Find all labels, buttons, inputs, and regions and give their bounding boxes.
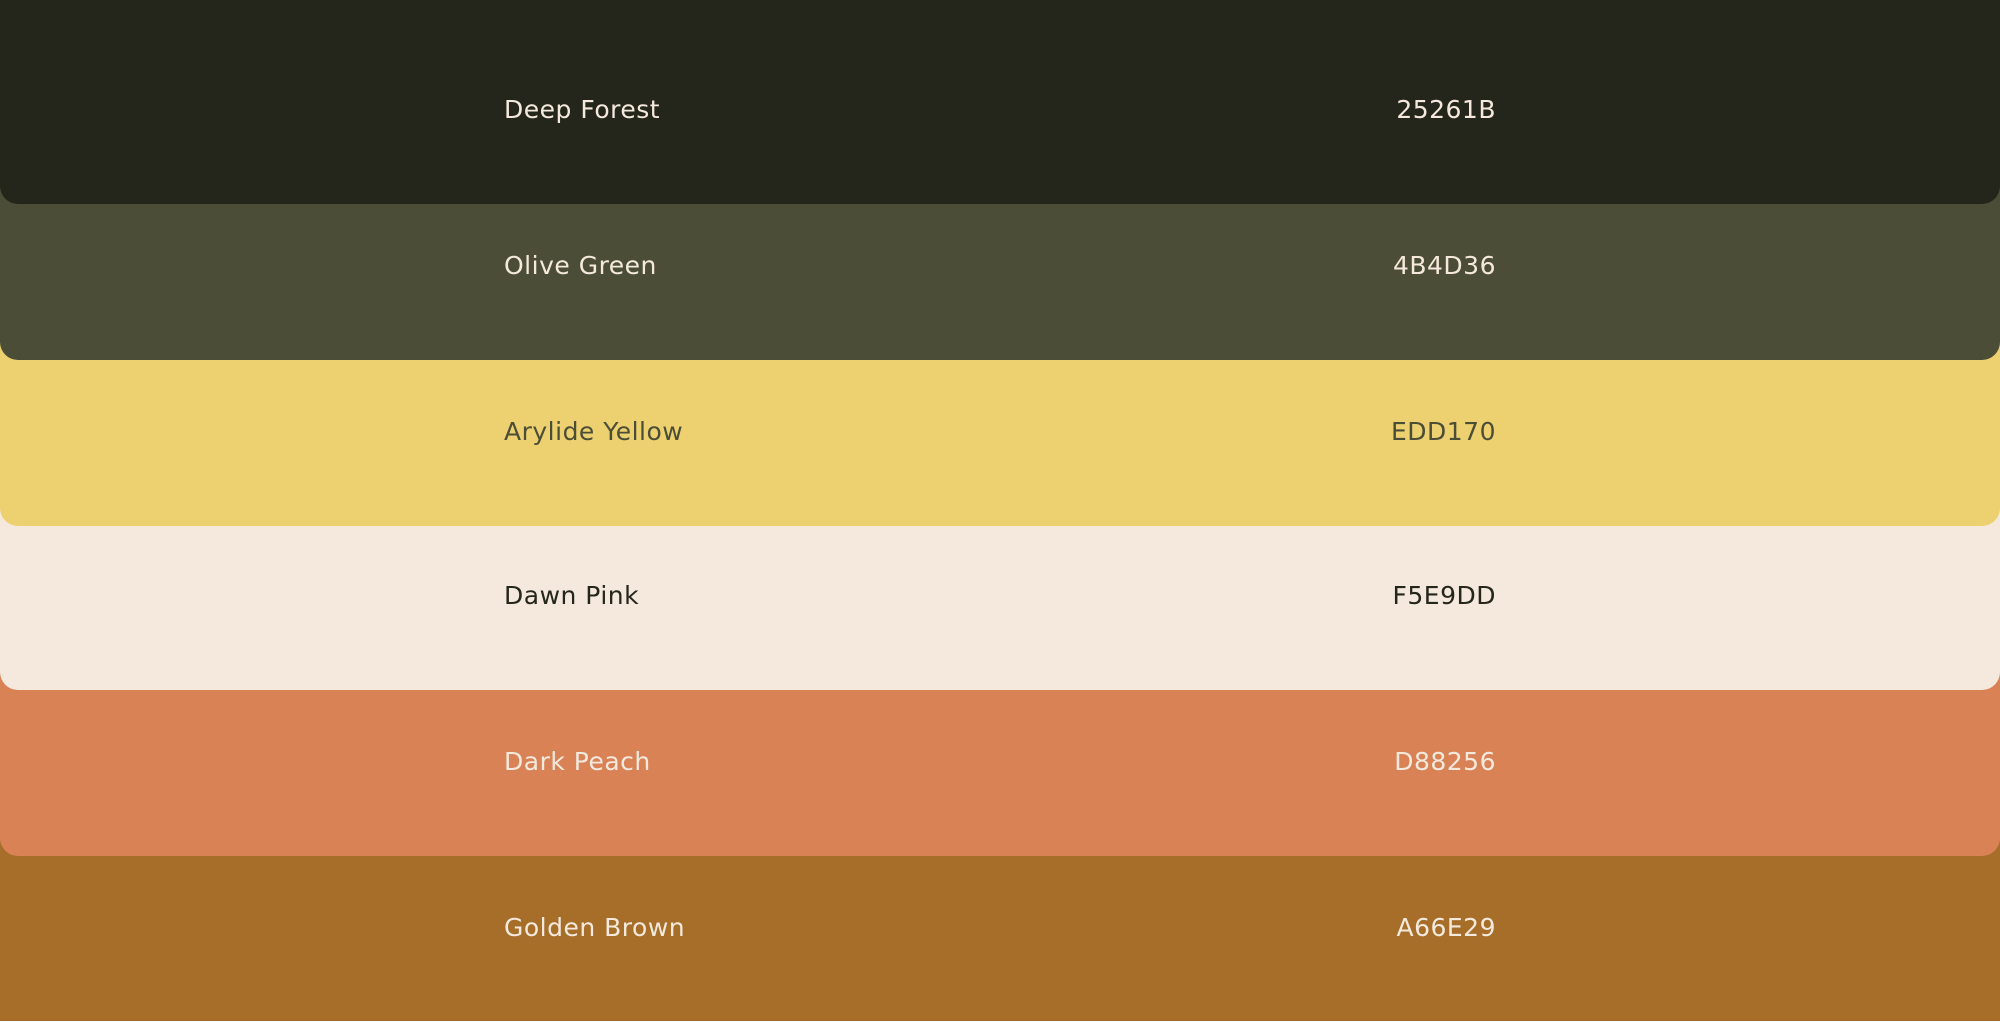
swatch-hex-code[interactable]: 4B4D36: [1393, 253, 1496, 278]
swatch-hex-code[interactable]: 25261B: [1396, 97, 1496, 122]
swatch-name: Arylide Yellow: [504, 417, 684, 446]
swatch-hex-code[interactable]: EDD170: [1391, 419, 1496, 444]
color-palette: Deep Forest 25261B Olive Green 4B4D36 Ar…: [0, 0, 2000, 1022]
swatch-name: Olive Green: [504, 251, 657, 280]
swatch-name: Dawn Pink: [504, 581, 640, 610]
swatch-name: Golden Brown: [504, 913, 686, 942]
swatch-hex-code[interactable]: A66E29: [1396, 915, 1496, 940]
swatch-name: Dark Peach: [504, 747, 651, 776]
swatch-hex-code[interactable]: D88256: [1394, 749, 1496, 774]
swatch-deep-forest[interactable]: Deep Forest 25261B: [0, 0, 2000, 204]
swatch-hex-code[interactable]: F5E9DD: [1393, 583, 1497, 608]
swatch-name: Deep Forest: [504, 95, 661, 124]
